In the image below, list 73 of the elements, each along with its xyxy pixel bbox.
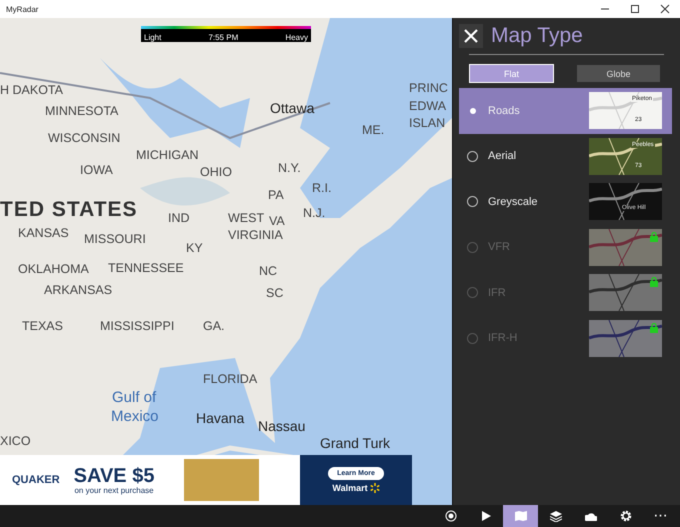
map-type-name: Greyscale: [488, 196, 539, 208]
map-label: TEXAS: [22, 319, 63, 333]
map-label: TENNESSEE: [108, 261, 184, 275]
map-type-name: IFR-H: [488, 332, 518, 344]
map-icon: [514, 510, 526, 522]
map-label: NC: [259, 264, 278, 278]
map-label: OKLAHOMA: [18, 262, 89, 276]
map-type-name: IFR: [488, 286, 507, 299]
lock-icon: [650, 232, 658, 242]
ad-headline: SAVE $5: [74, 466, 154, 486]
spark-icon: [370, 483, 380, 493]
map-label: MISSOURI: [84, 232, 146, 246]
window-title: MyRadar: [6, 4, 38, 14]
legend-label: Heavy: [285, 33, 308, 42]
map-label: MINNESOTA: [45, 104, 118, 118]
map-label: KY: [186, 241, 203, 255]
map-label: PRINC: [409, 81, 448, 95]
map-label: IOWA: [80, 163, 113, 177]
radio-button[interactable]: [467, 287, 478, 298]
ad-subline: on your next purchase: [74, 486, 154, 494]
map-label: MICHIGAN: [136, 148, 198, 162]
lock-icon: [650, 277, 658, 287]
map-label: N.Y.: [278, 161, 301, 175]
map-type-name: Aerial: [488, 150, 518, 162]
map-type-name: VFR: [488, 241, 511, 254]
map-label: XICO: [0, 434, 31, 448]
map-label: Ottawa: [270, 100, 314, 116]
map-label: KANSAS: [18, 226, 69, 240]
play-icon: [480, 510, 492, 522]
map-label: GA.: [203, 319, 225, 333]
close-button[interactable]: [459, 24, 483, 48]
legend-label: Light: [144, 33, 162, 42]
close-icon: [463, 28, 479, 44]
map-label: Havana: [196, 410, 244, 426]
map-label: TED STATES: [0, 198, 138, 222]
view-toggle[interactable]: Globe: [577, 65, 660, 82]
close-icon[interactable]: [660, 4, 670, 14]
panel-title: Map Type: [491, 24, 583, 48]
store-name: Walmart: [332, 483, 368, 493]
settings-icon: [620, 510, 632, 522]
radar-time: 7:55 PM: [208, 33, 238, 42]
map-label: ARKANSAS: [44, 283, 112, 297]
ad-brand: QUAKER: [12, 474, 60, 486]
maximize-icon[interactable]: [630, 4, 640, 14]
map-label: EDWA: [409, 99, 446, 113]
target-icon: [444, 510, 456, 522]
map-label: Nassau: [258, 418, 306, 434]
map-label: Gulf of: [112, 389, 156, 406]
map-label: ME.: [362, 123, 384, 137]
radio-button[interactable]: [467, 242, 478, 253]
lock-icon: [650, 322, 658, 332]
radio-button[interactable]: [467, 332, 478, 344]
map-type-name: Roads: [488, 104, 521, 117]
map-label: VIRGINIA: [228, 228, 283, 242]
radio-button[interactable]: [467, 150, 478, 162]
map-label: IND: [168, 211, 190, 225]
map-label: FLORIDA: [203, 372, 258, 386]
map-label: ISLAN: [409, 116, 446, 130]
map-label: WISCONSIN: [48, 131, 120, 145]
map-label: H DAKOTA: [0, 83, 63, 97]
map-label: Grand Turk: [320, 435, 390, 451]
map-label: SC: [266, 286, 284, 300]
map-label: VA: [269, 214, 285, 228]
map-label: R.I.: [312, 181, 332, 195]
map-label: WEST: [228, 211, 264, 225]
map-label: OHIO: [200, 165, 232, 179]
map-label: N.J.: [303, 206, 326, 220]
layers-icon: [550, 510, 562, 522]
map-label: Mexico: [111, 408, 159, 425]
more-button[interactable]: ⋯: [643, 505, 678, 527]
radio-button[interactable]: [467, 196, 478, 208]
map-label: MISSISSIPPI: [100, 319, 174, 333]
map-label: PA: [268, 188, 284, 202]
